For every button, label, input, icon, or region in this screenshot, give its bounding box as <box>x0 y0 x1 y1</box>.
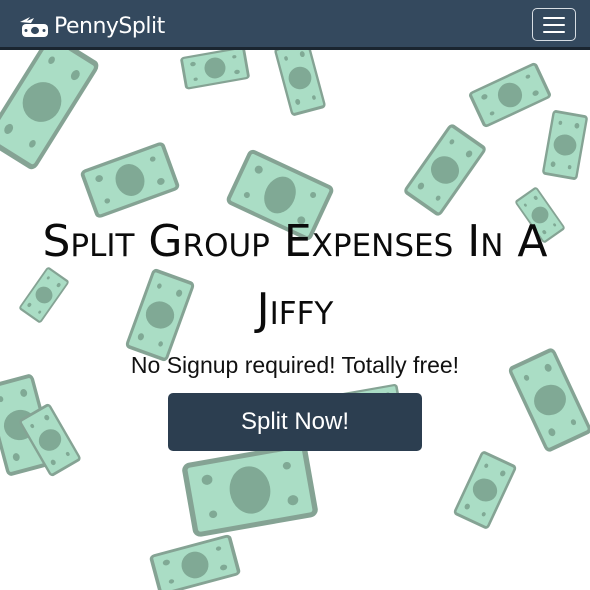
split-now-button[interactable]: Split Now! <box>168 393 422 451</box>
menu-toggle-button[interactable] <box>532 8 576 41</box>
brand-name: PennySplit <box>54 14 165 39</box>
hamburger-menu-icon <box>543 16 565 19</box>
hamburger-bar <box>543 30 565 33</box>
money-wings-logo-icon <box>20 17 48 37</box>
brand-link[interactable]: PennySplit <box>14 10 165 44</box>
hero-subtitle: No Signup required! Totally free! <box>130 352 460 378</box>
top-navbar: PennySplit <box>0 0 590 50</box>
hamburger-bar <box>543 23 565 26</box>
hero-title: Split Group Expenses In A Jiffy <box>42 216 548 335</box>
hero-section: Split Group Expenses In A Jiffy No Signu… <box>0 50 590 590</box>
